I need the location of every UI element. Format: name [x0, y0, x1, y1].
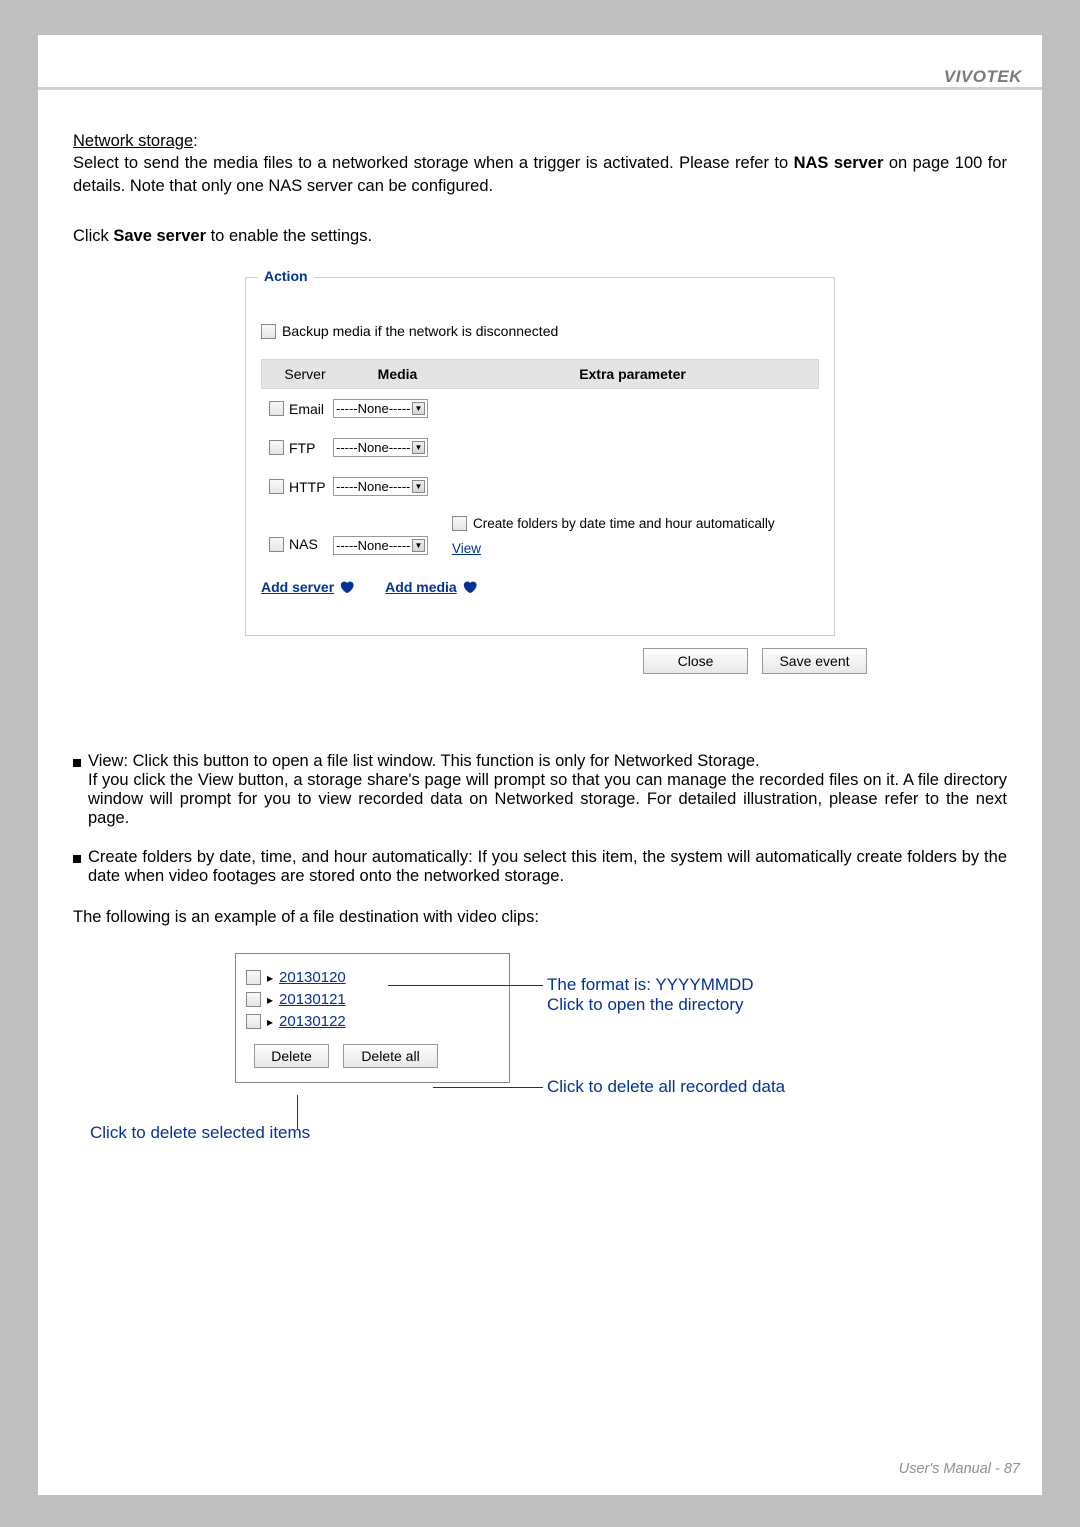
add-server-label: Add server: [261, 579, 334, 595]
media-select[interactable]: -----None----- ▼: [333, 536, 428, 555]
view-link[interactable]: View: [452, 541, 481, 556]
chevron-down-icon[interactable]: ▼: [412, 480, 425, 493]
media-select[interactable]: -----None----- ▼: [333, 438, 428, 457]
checkbox-icon[interactable]: [246, 970, 261, 985]
brand-text: VIVOTEK: [944, 67, 1022, 87]
bullet-view-body: If you click the View button, a storage …: [88, 771, 1007, 827]
heart-plus-icon: [461, 578, 478, 595]
footer-text: User's Manual - 87: [899, 1461, 1020, 1477]
checkbox-icon[interactable]: [269, 401, 284, 416]
annotation-delete-selected: Click to delete selected items: [90, 1123, 310, 1143]
annotation-open: Click to open the directory: [547, 995, 744, 1014]
bullet-view: View: Click this button to open a file l…: [73, 752, 1007, 828]
intro-line1a: Select to send the media files to a netw…: [73, 154, 794, 172]
heart-plus-icon: [338, 578, 355, 595]
chevron-down-icon[interactable]: ▼: [412, 402, 425, 415]
add-media-label: Add media: [385, 579, 457, 595]
row-label: FTP: [289, 440, 315, 456]
example-diagram: ▸ 20130120 ▸ 20130121 ▸ 20130122 Delete …: [235, 953, 845, 1133]
page-container: VIVOTEK Network storage: Select to send …: [38, 35, 1042, 1495]
bullet-square-icon: [73, 759, 81, 767]
checkbox-icon[interactable]: [246, 992, 261, 1007]
row-email: Email -----None----- ▼: [261, 389, 819, 428]
row-http: HTTP -----None----- ▼: [261, 467, 819, 506]
folder-expand-icon[interactable]: ▸: [267, 993, 273, 1007]
folder-expand-icon[interactable]: ▸: [267, 971, 273, 985]
section-title: Network storage: [73, 132, 193, 150]
chevron-down-icon[interactable]: ▼: [412, 539, 425, 552]
row-label: NAS: [289, 536, 318, 552]
checkbox-icon[interactable]: [452, 516, 467, 531]
select-value: -----None-----: [336, 440, 410, 455]
network-storage-paragraph: Network storage: Select to send the medi…: [73, 130, 1007, 197]
action-panel-title: Action: [258, 268, 314, 284]
row-ftp: FTP -----None----- ▼: [261, 428, 819, 467]
bullet-folders-text: Create folders by date, time, and hour a…: [88, 848, 1007, 886]
checkbox-icon[interactable]: [269, 479, 284, 494]
table-header-row: Server Media Extra parameter: [261, 359, 819, 389]
header-media: Media: [340, 366, 455, 382]
media-select[interactable]: -----None----- ▼: [333, 399, 428, 418]
folder-link[interactable]: 20130121: [279, 991, 346, 1008]
save-server-b: Save server: [113, 227, 206, 245]
checkbox-icon[interactable]: [269, 440, 284, 455]
add-server-link[interactable]: Add server: [261, 578, 355, 595]
save-server-c: to enable the settings.: [206, 227, 372, 245]
checkbox-icon[interactable]: [261, 324, 276, 339]
annotation-connector: [433, 1087, 543, 1088]
file-listing-box: ▸ 20130120 ▸ 20130121 ▸ 20130122 Delete …: [235, 953, 510, 1083]
page-header: VIVOTEK: [38, 35, 1042, 90]
folder-row[interactable]: ▸ 20130121: [246, 991, 499, 1008]
annotation-format: The format is: YYYYMMDD: [547, 975, 754, 994]
backup-checkbox-row[interactable]: Backup media if the network is disconnec…: [261, 323, 819, 339]
action-panel: Action Backup media if the network is di…: [245, 277, 835, 636]
click-save-line: Click Save server to enable the settings…: [73, 225, 1007, 247]
folder-row[interactable]: ▸ 20130122: [246, 1013, 499, 1030]
chevron-down-icon[interactable]: ▼: [412, 441, 425, 454]
select-value: -----None-----: [336, 479, 410, 494]
intro-nas-server: NAS server: [794, 154, 884, 172]
nas-extra-label: Create folders by date time and hour aut…: [473, 516, 775, 531]
row-label: HTTP: [289, 479, 326, 495]
bullet-view-head: View: Click this button to open a file l…: [88, 752, 760, 770]
bullet-square-icon: [73, 855, 81, 863]
folder-link[interactable]: 20130120: [279, 969, 346, 986]
row-nas: NAS -----None----- ▼ Create folders by d…: [261, 506, 819, 566]
bullet-folders: Create folders by date, time, and hour a…: [73, 848, 1007, 886]
header-extra: Extra parameter: [455, 366, 810, 382]
folder-expand-icon[interactable]: ▸: [267, 1015, 273, 1029]
backup-label: Backup media if the network is disconnec…: [282, 323, 558, 339]
annotation-connector: [388, 985, 543, 986]
save-server-a: Click: [73, 227, 113, 245]
close-button[interactable]: Close: [643, 648, 748, 674]
example-intro: The following is an example of a file de…: [73, 906, 1007, 928]
annotation-delete-all: Click to delete all recorded data: [547, 1077, 785, 1097]
delete-all-button[interactable]: Delete all: [343, 1044, 438, 1068]
select-value: -----None-----: [336, 538, 410, 553]
save-event-button[interactable]: Save event: [762, 648, 867, 674]
select-value: -----None-----: [336, 401, 410, 416]
folder-link[interactable]: 20130122: [279, 1013, 346, 1030]
delete-button[interactable]: Delete: [254, 1044, 329, 1068]
row-label: Email: [289, 401, 324, 417]
checkbox-icon[interactable]: [269, 537, 284, 552]
folder-row[interactable]: ▸ 20130120: [246, 969, 499, 986]
add-media-link[interactable]: Add media: [385, 578, 478, 595]
media-select[interactable]: -----None----- ▼: [333, 477, 428, 496]
page-content: Network storage: Select to send the medi…: [38, 90, 1042, 1133]
header-server: Server: [270, 366, 340, 382]
checkbox-icon[interactable]: [246, 1014, 261, 1029]
